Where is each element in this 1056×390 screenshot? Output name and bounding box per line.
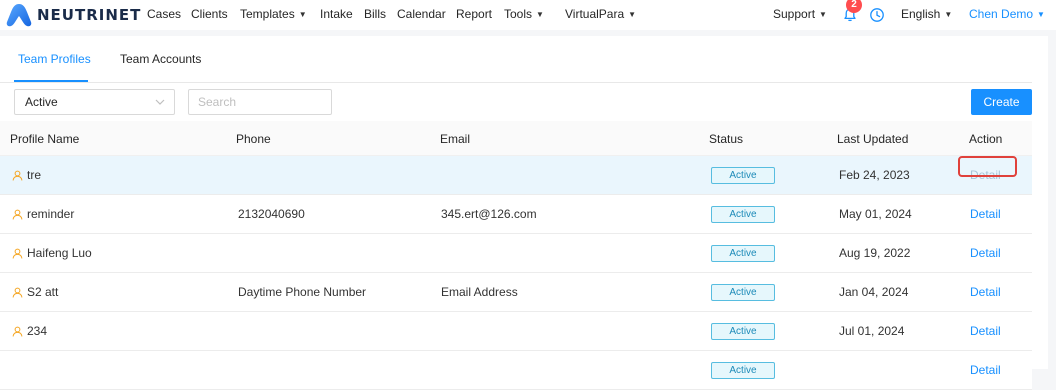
profile-name: 234 — [27, 324, 48, 338]
status-badge: Active — [711, 167, 775, 184]
tab-team-accounts[interactable]: Team Accounts — [120, 52, 201, 66]
detail-link[interactable]: Detail — [970, 363, 1001, 377]
nav-item-virtualpara[interactable]: VirtualPara ▼ — [565, 0, 636, 30]
language-selector[interactable]: English ▼ — [901, 0, 952, 30]
create-button[interactable]: Create — [971, 89, 1032, 115]
column-header-last-updated[interactable]: Last Updated — [837, 132, 908, 146]
status-badge: Active — [711, 362, 775, 379]
phone-cell: Daytime Phone Number — [238, 285, 367, 299]
team-profiles-panel: Team Profiles Team Accounts Active Creat… — [0, 36, 1048, 390]
chevron-down-icon: ▼ — [536, 10, 544, 19]
status-badge: Active — [711, 284, 775, 301]
nav-item-intake[interactable]: Intake — [320, 0, 353, 30]
nav-item-tools[interactable]: Tools ▼ — [504, 0, 544, 30]
chevron-down-icon: ▼ — [1037, 10, 1045, 19]
user-menu[interactable]: Chen Demo ▼ — [969, 0, 1045, 30]
detail-link[interactable]: Detail — [970, 246, 1001, 260]
nav-item-report[interactable]: Report — [456, 0, 492, 30]
table-row[interactable]: Active Detail — [0, 351, 1032, 390]
detail-link[interactable]: Detail — [970, 168, 1001, 182]
detail-link[interactable]: Detail — [970, 324, 1001, 338]
user-icon — [12, 248, 23, 259]
profile-name: S2 att — [27, 285, 59, 299]
profile-name: tre — [27, 168, 42, 182]
notification-badge: 2 — [846, 0, 862, 13]
detail-link[interactable]: Detail — [970, 207, 1001, 221]
last-updated-cell: Feb 24, 2023 — [839, 168, 910, 182]
tab-team-profiles[interactable]: Team Profiles — [18, 52, 91, 66]
table-row[interactable]: S2 att Daytime Phone Number Email Addres… — [0, 273, 1032, 312]
status-badge: Active — [711, 206, 775, 223]
column-header-status[interactable]: Status — [709, 132, 743, 146]
chevron-down-icon: ▼ — [298, 10, 307, 19]
last-updated-cell: Jan 04, 2024 — [839, 285, 909, 299]
email-cell: 345.ert@126.com — [441, 207, 537, 221]
status-badge: Active — [711, 323, 775, 340]
table-row[interactable]: 234 Active Jul 01, 2024 Detail — [0, 312, 1032, 351]
email-cell: Email Address — [441, 285, 518, 299]
profile-name-cell: reminder — [12, 207, 74, 221]
brand-name: NEUTRINET — [37, 6, 142, 24]
profile-name-cell: S2 att — [12, 285, 58, 299]
last-updated-cell: Aug 19, 2022 — [839, 246, 911, 260]
phone-cell: 2132040690 — [238, 207, 305, 221]
last-updated-cell: Jul 01, 2024 — [839, 324, 905, 338]
table-row[interactable]: reminder 2132040690 345.ert@126.com Acti… — [0, 195, 1032, 234]
top-navigation-bar: NEUTRINET Cases Clients Templates ▼ Intak… — [0, 0, 1056, 30]
nav-item-cases[interactable]: Cases — [147, 0, 181, 30]
chevron-down-icon: ▼ — [819, 10, 827, 19]
table-row[interactable]: tre Active Feb 24, 2023 Detail — [0, 156, 1032, 195]
user-icon — [12, 209, 23, 220]
user-icon — [12, 326, 23, 337]
chevron-down-icon — [155, 99, 165, 105]
brand-logo[interactable]: NEUTRINET — [5, 2, 141, 28]
detail-link[interactable]: Detail — [970, 285, 1001, 299]
chevron-down-icon: ▼ — [944, 10, 953, 19]
column-header-action: Action — [969, 132, 1003, 146]
column-header-profile-name[interactable]: Profile Name — [10, 132, 79, 146]
status-filter-value: Active — [25, 95, 58, 109]
profile-name: reminder — [27, 207, 75, 221]
nav-item-templates[interactable]: Templates ▼ — [240, 0, 307, 30]
user-icon — [12, 170, 23, 181]
status-badge: Active — [711, 245, 775, 262]
search-input[interactable] — [188, 89, 332, 115]
logo-mark-icon — [6, 4, 32, 27]
active-tab-indicator — [14, 80, 88, 82]
profile-name-cell: Haifeng Luo — [12, 246, 92, 260]
nav-item-calendar[interactable]: Calendar — [397, 0, 446, 30]
table-row[interactable]: Haifeng Luo Active Aug 19, 2022 Detail — [0, 234, 1032, 273]
status-filter-select[interactable]: Active — [14, 89, 175, 115]
last-updated-cell: May 01, 2024 — [839, 207, 912, 221]
clock-icon[interactable] — [869, 7, 885, 23]
table-header: Profile Name Phone Email Status Last Upd… — [0, 121, 1032, 156]
column-header-email[interactable]: Email — [440, 132, 470, 146]
column-header-phone[interactable]: Phone — [236, 132, 271, 146]
profile-name-cell: 234 — [12, 324, 47, 338]
profile-name: Haifeng Luo — [27, 246, 92, 260]
nav-item-bills[interactable]: Bills — [364, 0, 386, 30]
profile-name-cell: tre — [12, 168, 41, 182]
chevron-down-icon: ▼ — [628, 10, 637, 19]
user-icon — [12, 287, 23, 298]
nav-item-support[interactable]: Support ▼ — [773, 0, 827, 30]
nav-item-clients[interactable]: Clients — [191, 0, 228, 30]
tab-bar: Team Profiles Team Accounts — [0, 36, 1032, 83]
